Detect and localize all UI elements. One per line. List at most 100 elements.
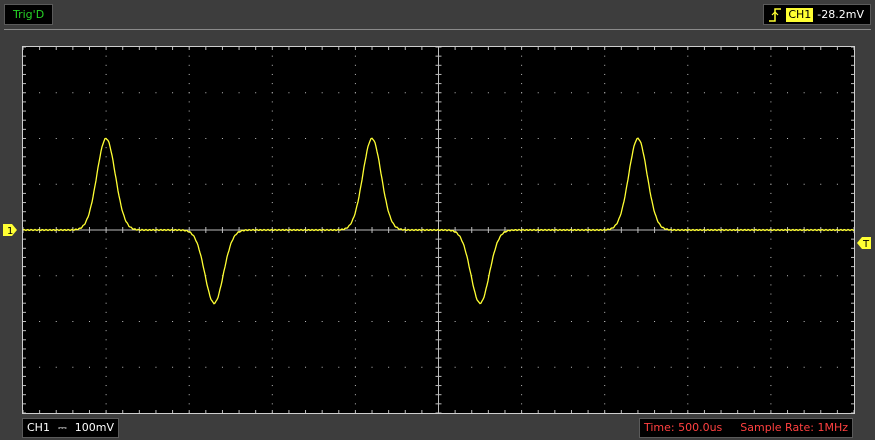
grid-dot [188, 357, 190, 359]
grid-dot [770, 238, 772, 240]
grid-dot [521, 128, 523, 130]
grid-dot [703, 366, 705, 368]
dc-coupling-icon: ⎓ [57, 421, 67, 434]
grid-dot [537, 275, 539, 277]
grid-dot [321, 138, 323, 139]
grid-dot [787, 138, 789, 139]
grid-dot [770, 348, 772, 350]
grid-dot [521, 339, 523, 341]
grid-dot [620, 321, 622, 322]
grid-dot [105, 238, 107, 240]
grid-dot [155, 138, 157, 139]
grid-dot [39, 183, 41, 185]
grid-dot [238, 366, 240, 368]
grid-dot [371, 321, 373, 322]
grid-dot [770, 247, 772, 249]
trigger-level: -28.2mV [817, 8, 864, 21]
grid-dot [554, 92, 556, 94]
grid-dot [271, 247, 273, 249]
grid-dot [271, 165, 273, 167]
grid-dot [670, 138, 672, 139]
grid-dot [687, 119, 689, 121]
grid-dot [238, 321, 240, 322]
grid-dot [687, 174, 689, 176]
channel1-scale-readout[interactable]: CH1 ⎓ 100mV [22, 418, 119, 438]
grid-dot [271, 339, 273, 341]
grid-dot [687, 220, 689, 222]
grid-dot [687, 321, 689, 322]
grid-dot [105, 330, 107, 332]
grid-dot [687, 192, 689, 194]
timebase-readout[interactable]: Time: 500.0us Sample Rate: 1MHz [638, 418, 853, 438]
grid-dot [521, 238, 523, 240]
grid-dot [354, 311, 356, 313]
grid-dot [105, 192, 107, 194]
grid-dot [188, 202, 190, 204]
grid-dot [537, 92, 539, 94]
grid-dot [770, 73, 772, 75]
grid-dot [770, 156, 772, 158]
grid-dot [354, 256, 356, 258]
grid-dot [188, 55, 190, 57]
channel1-position-marker[interactable]: 1 [3, 224, 17, 236]
grid-dot [687, 247, 689, 249]
grid-dot [354, 394, 356, 396]
grid-dot [238, 138, 240, 139]
grid-dot [770, 128, 772, 130]
trigger-channel: CH1 [786, 7, 814, 22]
waveform-display[interactable] [22, 46, 855, 414]
grid-dot [271, 110, 273, 112]
grid-dot [271, 330, 273, 332]
grid-dot [570, 275, 572, 277]
grid-dot [604, 119, 606, 121]
grid-dot [454, 321, 456, 322]
grid-dot [521, 266, 523, 268]
grid-dot [55, 92, 57, 94]
grid-dot [288, 275, 290, 277]
grid-dot [122, 321, 124, 322]
grid-dot [188, 183, 190, 185]
grid-dot [770, 220, 772, 222]
grid-dot [155, 366, 157, 368]
grid-dot [271, 101, 273, 103]
grid-dot [88, 321, 90, 322]
grid-dot [637, 183, 639, 185]
grid-dot [521, 147, 523, 149]
trigger-info[interactable]: CH1 -28.2mV [763, 4, 871, 25]
grid-dot [604, 147, 606, 149]
grid-dot [770, 330, 772, 332]
grid-dot [670, 92, 672, 94]
grid-dot [188, 293, 190, 295]
grid-dot [620, 275, 622, 277]
grid-dot [188, 110, 190, 112]
grid-dot [188, 403, 190, 405]
grid-dot [39, 92, 41, 94]
grid-dot [271, 284, 273, 286]
grid-dot [604, 156, 606, 158]
grid-dot [454, 92, 456, 94]
grid-dot [371, 275, 373, 277]
grid-dot [637, 275, 639, 277]
grid-dot [687, 83, 689, 85]
grid-dot [354, 284, 356, 286]
grid-dot [88, 275, 90, 277]
grid-dot [271, 202, 273, 204]
grid-dot [138, 92, 140, 94]
grid-dot [88, 138, 90, 139]
grid-dot [604, 238, 606, 240]
grid-dot [604, 321, 606, 322]
grid-dot [487, 366, 489, 368]
grid-dot [687, 165, 689, 167]
grid-dot [604, 284, 606, 286]
grid-dot [654, 321, 656, 322]
grid-dot [637, 92, 639, 94]
grid-dot [172, 366, 174, 368]
grid-dot [720, 183, 722, 185]
grid-dot [305, 92, 307, 94]
grid-dot [354, 147, 356, 149]
grid-dot [338, 92, 340, 94]
trigger-level-marker[interactable]: T [857, 237, 871, 249]
grid-dot [687, 238, 689, 240]
grid-dot [72, 321, 74, 322]
grid-dot [604, 128, 606, 130]
